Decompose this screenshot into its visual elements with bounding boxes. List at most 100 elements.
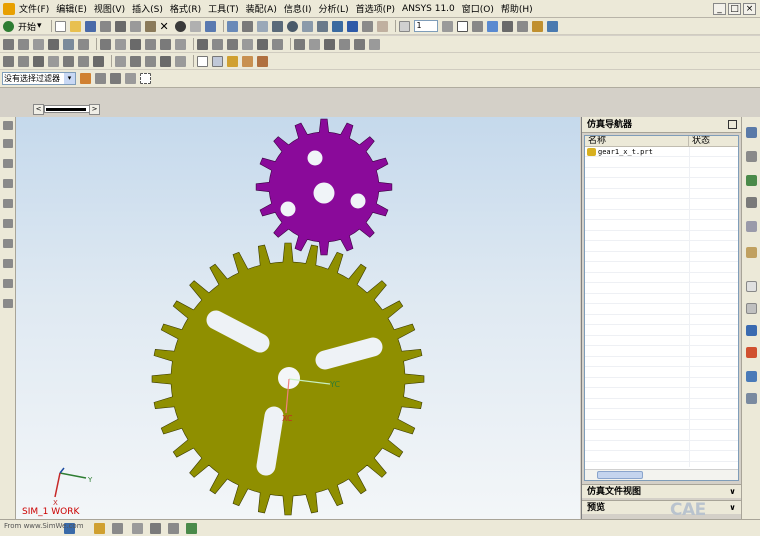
curve-icon[interactable] (33, 55, 44, 67)
layers-icon[interactable] (376, 20, 388, 32)
training-icon[interactable] (746, 393, 757, 404)
slot-icon[interactable] (160, 38, 171, 50)
hide-icon[interactable] (145, 55, 156, 67)
boss-icon[interactable] (115, 38, 126, 50)
grid-icon[interactable] (212, 55, 223, 67)
pocket-icon[interactable] (130, 38, 141, 50)
resource-icon-1[interactable] (3, 121, 13, 130)
trim-icon[interactable] (486, 20, 498, 32)
delete-icon[interactable]: ✕ (160, 21, 171, 32)
zoom-window-icon[interactable] (256, 20, 268, 32)
resource-icon-7[interactable] (3, 239, 13, 248)
arc-icon[interactable] (78, 55, 89, 67)
tab-scroll-right-button[interactable]: > (89, 104, 100, 115)
restore-button[interactable]: □ (728, 2, 741, 15)
menu-analysis[interactable]: 分析(L) (319, 2, 349, 15)
start-icon[interactable] (3, 20, 14, 32)
work-layer-field[interactable]: 1 (413, 20, 438, 32)
minimize-button[interactable]: _ (713, 2, 726, 15)
hand-icon[interactable] (242, 55, 253, 67)
subtract-icon[interactable] (212, 38, 223, 50)
resource-icon-6[interactable] (3, 219, 13, 228)
chevron-down-icon[interactable]: ∨ (728, 487, 737, 496)
shaded-icon[interactable] (346, 20, 358, 32)
selection-scope-icon[interactable] (110, 73, 121, 84)
shell-icon[interactable] (272, 38, 283, 50)
measure-icon[interactable] (516, 20, 528, 32)
unite-icon[interactable] (197, 38, 208, 50)
face-icon[interactable] (18, 55, 29, 67)
process-studio-icon[interactable] (746, 281, 757, 292)
refresh-icon[interactable] (331, 20, 343, 32)
material-icon[interactable] (257, 55, 268, 67)
menu-preferences[interactable]: 首选项(P) (356, 2, 395, 15)
status-icon-3[interactable] (112, 523, 123, 534)
cylinder-icon[interactable] (63, 38, 74, 50)
col-status-header[interactable]: 状态 (689, 136, 710, 146)
menu-edit[interactable]: 编辑(E) (56, 2, 87, 15)
intersect-icon[interactable] (227, 38, 238, 50)
line-icon[interactable] (63, 55, 74, 67)
rotate-icon[interactable] (286, 20, 298, 32)
revolve-icon[interactable] (33, 38, 44, 50)
groove-icon[interactable] (175, 38, 186, 50)
status-icon-2[interactable] (94, 523, 105, 534)
resource-icon-4[interactable] (3, 179, 13, 188)
undo-icon[interactable] (174, 20, 186, 32)
offset-icon[interactable] (324, 38, 335, 50)
spline-icon[interactable] (93, 55, 104, 67)
part-navigator-icon[interactable] (746, 151, 757, 162)
analysis-icon[interactable] (501, 20, 513, 32)
repeat-icon[interactable] (189, 20, 201, 32)
block-icon[interactable] (48, 38, 59, 50)
sew-icon[interactable] (369, 38, 380, 50)
view-orient-icon[interactable] (361, 20, 373, 32)
web-browser-icon[interactable] (746, 247, 757, 258)
close-button[interactable]: × (743, 2, 756, 15)
preview-header[interactable]: 预览 ∨ (582, 500, 742, 514)
paste-icon[interactable] (144, 20, 156, 32)
history-icon[interactable] (746, 221, 757, 232)
active-tab-indicator[interactable] (46, 108, 86, 111)
transform-icon[interactable] (130, 55, 141, 67)
info-icon[interactable] (546, 20, 558, 32)
selection-box-icon[interactable] (140, 73, 151, 84)
show-icon[interactable] (160, 55, 171, 67)
status-icon-7[interactable] (186, 523, 197, 534)
menu-assembly[interactable]: 装配(A) (246, 2, 277, 15)
start-button[interactable]: 开始 (18, 20, 36, 33)
perspective-icon[interactable] (316, 20, 328, 32)
extrude-icon[interactable] (18, 38, 29, 50)
white-box-icon[interactable] (197, 55, 208, 67)
point-icon[interactable] (48, 55, 59, 67)
blank-icon[interactable] (175, 55, 186, 67)
menu-insert[interactable]: 插入(S) (132, 2, 163, 15)
color-icon[interactable] (227, 55, 238, 67)
filter-settings-icon[interactable] (125, 73, 136, 84)
sketch-icon[interactable] (531, 20, 543, 32)
type-filter-select[interactable]: 没有选择过滤器 ▾ (2, 72, 76, 85)
open-folder-icon[interactable] (69, 20, 81, 32)
layer-settings-icon[interactable] (441, 20, 453, 32)
resource-icon-8[interactable] (3, 259, 13, 268)
assembly-navigator-icon[interactable] (746, 127, 757, 138)
system-materials-icon[interactable] (746, 325, 757, 336)
status-icon-4[interactable] (132, 523, 143, 534)
tab-scroll-left-button[interactable]: < (33, 104, 44, 115)
pattern-icon[interactable] (309, 38, 320, 50)
blend-icon[interactable] (242, 38, 253, 50)
chamfer-icon[interactable] (257, 38, 268, 50)
system-scenes-icon[interactable] (746, 371, 757, 382)
menu-window[interactable]: 窗口(O) (462, 2, 494, 15)
print-icon[interactable] (99, 20, 111, 32)
pin-icon[interactable] (728, 120, 737, 129)
chevron-down-icon[interactable]: ▾ (64, 73, 75, 84)
menu-view[interactable]: 视图(V) (94, 2, 125, 15)
reuse-library-icon[interactable] (746, 197, 757, 208)
col-name-header[interactable]: 名称 (585, 136, 689, 146)
chevron-down-icon[interactable]: ∨ (728, 503, 737, 512)
split-icon[interactable] (354, 38, 365, 50)
move-icon[interactable] (115, 55, 126, 67)
status-icon-5[interactable] (150, 523, 161, 534)
hole-icon[interactable] (100, 38, 111, 50)
